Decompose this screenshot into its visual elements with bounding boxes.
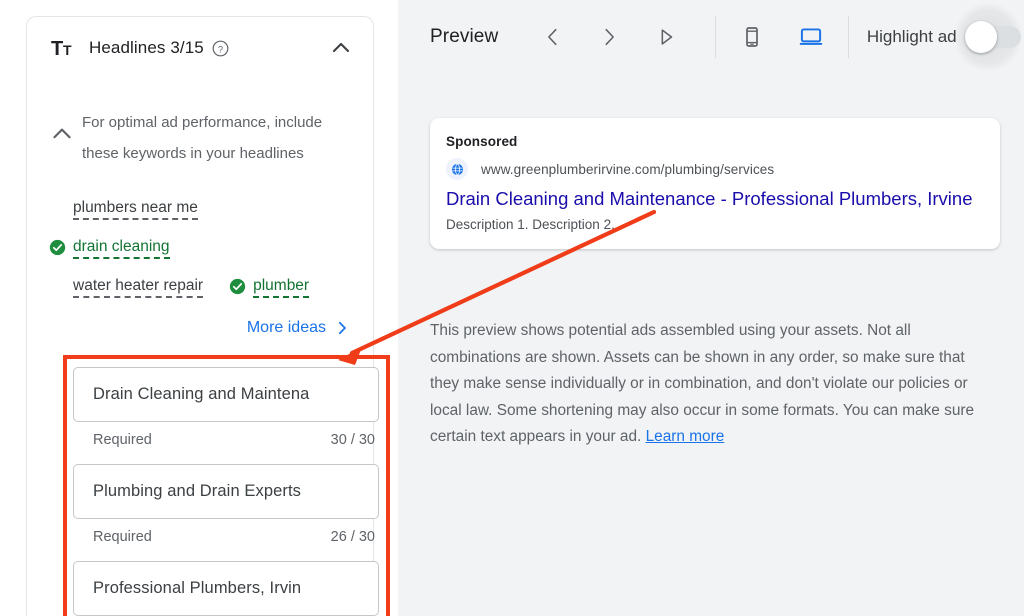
headlines-card: T T Headlines 3/15 ? xyxy=(26,16,374,616)
highlight-ad-label: Highlight ad xyxy=(867,27,957,47)
toolbar-divider xyxy=(715,16,716,58)
check-circle-icon xyxy=(49,239,66,256)
keyword-hint-block: For optimal ad performance, include thes… xyxy=(27,107,373,169)
keyword-label: water heater repair xyxy=(73,276,203,298)
headline-field-meta-1: Required 30 / 30 xyxy=(73,422,379,457)
headlines-card-header: T T Headlines 3/15 ? xyxy=(27,17,373,79)
keyword-chip-drain-cleaning[interactable]: drain cleaning xyxy=(49,237,170,259)
keyword-label: plumbers near me xyxy=(73,198,198,220)
svg-text:T: T xyxy=(51,38,63,59)
toggle-knob xyxy=(965,21,997,53)
headline-input-2[interactable]: Plumbing and Drain Experts xyxy=(73,464,379,519)
ad-headline-link[interactable]: Drain Cleaning and Maintenance - Profess… xyxy=(446,188,982,210)
headline-input-1[interactable]: Drain Cleaning and Maintena xyxy=(73,367,379,422)
headline-input-3[interactable]: Professional Plumbers, Irvin xyxy=(73,561,379,616)
page-title: Headlines 3/15 xyxy=(89,38,204,58)
more-ideas-button[interactable]: More ideas xyxy=(247,319,351,337)
keyword-suggestions-list: plumbers near me drain cleaning xyxy=(27,189,373,306)
help-circle-icon[interactable]: ? xyxy=(212,40,229,57)
chevron-right-icon[interactable] xyxy=(590,17,629,57)
ad-preview-card: Sponsored www.greenplumberirvine.com/plu… xyxy=(430,118,1000,249)
character-counter: 26 / 30 xyxy=(331,529,375,545)
toolbar-divider xyxy=(848,16,849,58)
headline-input-value: Drain Cleaning and Maintena xyxy=(93,385,309,404)
chevron-right-icon xyxy=(333,319,351,337)
headline-field-1: Drain Cleaning and Maintena Required 30 … xyxy=(73,367,379,457)
keyword-chip-plumbers-near-me[interactable]: plumbers near me xyxy=(73,198,198,220)
ad-display-url: www.greenplumberirvine.com/plumbing/serv… xyxy=(481,162,774,177)
headline-input-value: Professional Plumbers, Irvin xyxy=(93,579,301,598)
keyword-chip-water-heater-repair[interactable]: water heater repair xyxy=(73,276,203,298)
ad-editor-screen: T T Headlines 3/15 ? xyxy=(0,0,1024,616)
desktop-monitor-icon[interactable] xyxy=(789,17,831,57)
highlight-ad-toggle[interactable] xyxy=(953,0,1024,74)
keyword-chip-plumber[interactable]: plumber xyxy=(229,276,309,298)
required-label: Required xyxy=(93,529,152,545)
globe-icon xyxy=(446,158,468,180)
preview-title: Preview xyxy=(430,26,498,48)
required-label: Required xyxy=(93,432,152,448)
preview-toolbar: Preview xyxy=(398,0,1024,73)
keyword-row: water heater repair plumber xyxy=(73,267,355,306)
preview-note-text: This preview shows potential ads assembl… xyxy=(430,322,974,445)
asset-editor-panel: T T Headlines 3/15 ? xyxy=(0,0,398,616)
character-counter: 30 / 30 xyxy=(331,432,375,448)
chevron-up-icon[interactable] xyxy=(329,36,353,60)
learn-more-link[interactable]: Learn more xyxy=(646,428,725,445)
check-circle-icon xyxy=(229,278,246,295)
ad-description: Description 1. Description 2. xyxy=(446,217,982,232)
svg-text:?: ? xyxy=(218,44,223,54)
svg-text:T: T xyxy=(63,42,72,58)
ad-preview-panel: Preview xyxy=(398,0,1024,616)
keyword-label: drain cleaning xyxy=(73,237,170,259)
headline-fields-list: Drain Cleaning and Maintena Required 30 … xyxy=(73,367,379,616)
headline-field-2: Plumbing and Drain Experts Required 26 /… xyxy=(73,464,379,554)
more-ideas-label: More ideas xyxy=(247,319,326,337)
chevron-left-icon[interactable] xyxy=(533,17,572,57)
keyword-row: drain cleaning xyxy=(49,228,355,267)
headline-field-3: Professional Plumbers, Irvin Required 29… xyxy=(73,561,379,616)
keyword-label: plumber xyxy=(253,276,309,298)
ad-url-row: www.greenplumberirvine.com/plumbing/serv… xyxy=(446,158,982,180)
play-triangle-icon[interactable] xyxy=(646,17,685,57)
hint-chevron-up-icon[interactable] xyxy=(49,121,75,147)
keyword-hint-text: For optimal ad performance, include thes… xyxy=(82,107,355,169)
keyword-row: plumbers near me xyxy=(73,189,355,228)
headline-input-value: Plumbing and Drain Experts xyxy=(93,482,301,501)
mobile-device-icon[interactable] xyxy=(731,17,773,57)
text-format-icon: T T xyxy=(51,37,77,59)
sponsored-label: Sponsored xyxy=(446,134,982,149)
headline-field-meta-2: Required 26 / 30 xyxy=(73,519,379,554)
preview-disclaimer-note: This preview shows potential ads assembl… xyxy=(430,318,992,451)
